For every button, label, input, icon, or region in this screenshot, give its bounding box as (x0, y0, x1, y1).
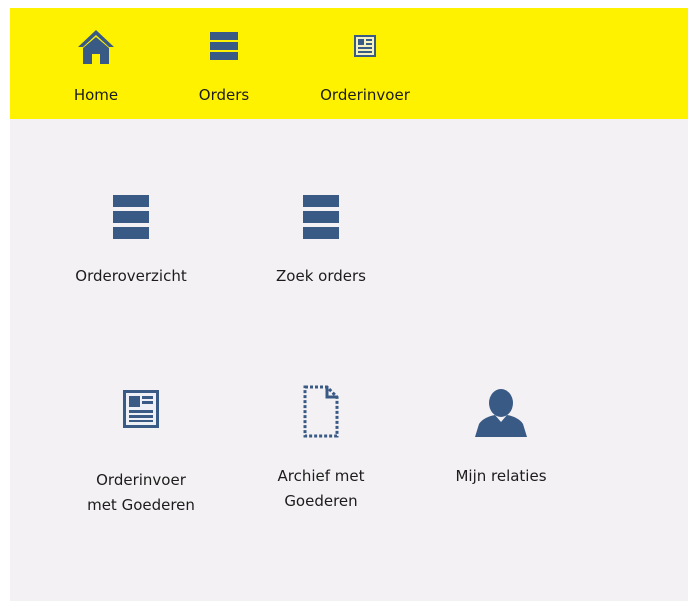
document-outline-icon (301, 384, 341, 440)
nav-orders[interactable]: Orders (184, 8, 264, 119)
tile-archief-met-goederen[interactable]: Archief met Goederen (246, 384, 396, 510)
newspaper-icon (121, 388, 161, 432)
tile-orderinvoer-met-goederen[interactable]: Orderinvoer met Goederen (66, 388, 216, 514)
tile-archief-label-line1: Archief met (277, 467, 365, 485)
tile-zoek-orders-label: Zoek orders (276, 267, 366, 285)
list-icon (111, 194, 151, 244)
home-icon (76, 26, 116, 66)
tile-orderinvoer-label-line2: met Goederen (87, 496, 195, 514)
top-navigation-bar: Home Orders Orderinvoer (10, 8, 688, 119)
app-window: Home Orders Orderinvoer Orderoverzicht Z… (10, 8, 688, 601)
tile-orderinvoer-met-goederen-label: Orderinvoer met Goederen (66, 468, 216, 518)
nav-orderinvoer-label: Orderinvoer (320, 86, 410, 104)
nav-orders-label: Orders (198, 86, 250, 104)
tile-orderoverzicht-label: Orderoverzicht (75, 267, 187, 285)
tile-mijn-relaties[interactable]: Mijn relaties (426, 388, 576, 488)
list-icon (210, 26, 238, 66)
nav-orderinvoer[interactable]: Orderinvoer (302, 8, 428, 119)
tile-orderinvoer-label-line1: Orderinvoer (96, 471, 186, 489)
list-icon (301, 194, 341, 244)
tile-mijn-relaties-label: Mijn relaties (455, 467, 547, 485)
nav-home[interactable]: Home (56, 8, 136, 119)
tile-orderoverzicht[interactable]: Orderoverzicht (56, 194, 206, 294)
newspaper-icon (349, 26, 381, 66)
tile-archief-label-line2: Goederen (284, 492, 358, 510)
nav-home-label: Home (73, 86, 119, 104)
person-icon (474, 388, 528, 438)
tile-zoek-orders[interactable]: Zoek orders (246, 194, 396, 294)
tile-archief-met-goederen-label: Archief met Goederen (246, 464, 396, 514)
